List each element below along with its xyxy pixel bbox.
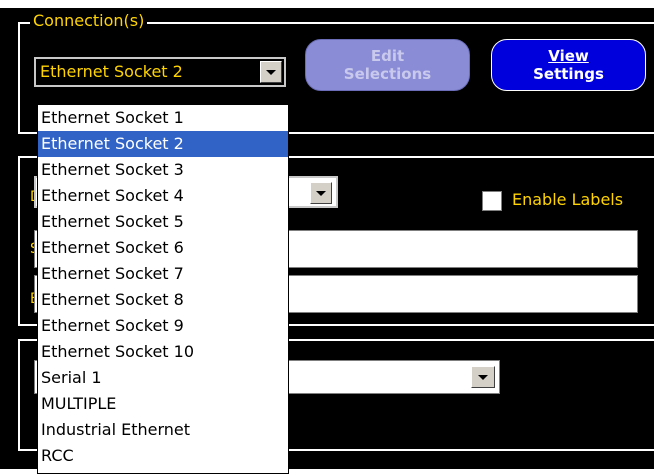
settings-panel: Connection(s) Ethernet Socket 2 Edit Sel…: [0, 8, 654, 474]
dropdown-item[interactable]: Ethernet Socket 8: [38, 287, 288, 313]
edit-selections-line2: Selections: [343, 65, 432, 83]
chevron-down-icon[interactable]: [310, 182, 332, 204]
view-settings-line1: View: [548, 47, 589, 65]
enable-labels-checkbox[interactable]: [482, 191, 502, 211]
dropdown-item[interactable]: MULTIPLE: [38, 391, 288, 417]
dropdown-item[interactable]: Serial 1: [38, 365, 288, 391]
dropdown-item[interactable]: Ethernet Socket 6: [38, 235, 288, 261]
dropdown-item[interactable]: Ethernet Socket 4: [38, 183, 288, 209]
dropdown-item[interactable]: Ethernet Socket 10: [38, 339, 288, 365]
view-settings-button[interactable]: View Settings: [491, 39, 646, 91]
dropdown-item[interactable]: Ethernet Socket 1: [38, 105, 288, 131]
chevron-down-icon[interactable]: [471, 366, 495, 388]
edit-selections-button[interactable]: Edit Selections: [305, 39, 470, 91]
dropdown-item[interactable]: Ethernet Socket 2: [38, 131, 288, 157]
enable-labels-label: Enable Labels: [512, 190, 624, 209]
dropdown-item[interactable]: Ethernet Socket 5: [38, 209, 288, 235]
connection-dropdown-list: Ethernet Socket 1 Ethernet Socket 2 Ethern…: [37, 104, 289, 474]
chevron-down-icon[interactable]: [260, 61, 282, 83]
view-settings-line2: Settings: [533, 65, 604, 83]
connection-select[interactable]: Ethernet Socket 2: [34, 57, 286, 87]
connections-legend: Connection(s): [30, 11, 148, 31]
dropdown-item[interactable]: RCC: [38, 443, 288, 469]
connection-select-value: Ethernet Socket 2: [40, 62, 183, 81]
edit-selections-line1: Edit: [370, 47, 405, 65]
dropdown-item[interactable]: Ethernet Socket 3: [38, 157, 288, 183]
dropdown-item[interactable]: Ethernet Socket 9: [38, 313, 288, 339]
dropdown-item[interactable]: Industrial Ethernet: [38, 417, 288, 443]
dropdown-item[interactable]: Ethernet Socket 7: [38, 261, 288, 287]
